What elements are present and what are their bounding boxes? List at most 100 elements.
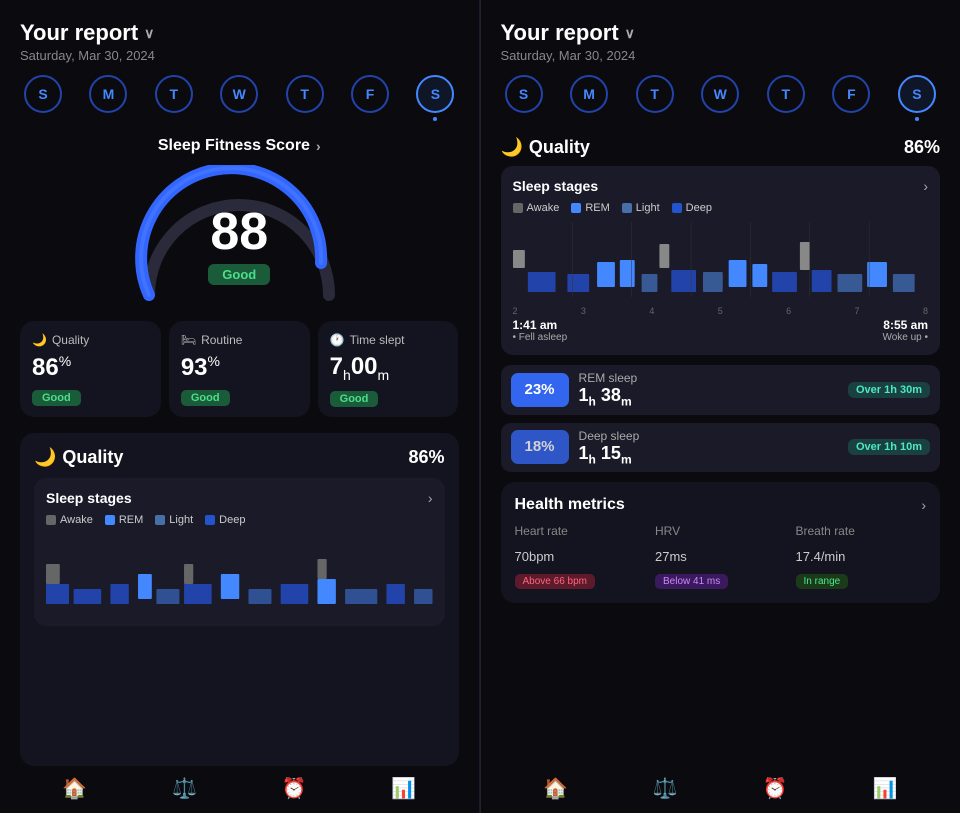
rem-time: 1h 38m [579, 385, 838, 409]
health-metrics-arrow[interactable]: › [921, 497, 926, 513]
sleep-fitness-label[interactable]: Sleep Fitness Score › [158, 137, 321, 155]
day-item-s1[interactable]: S [24, 75, 62, 121]
heart-rate-name: Heart rate [515, 524, 646, 538]
deep-dot [205, 515, 215, 525]
health-icon: ⚖️ [172, 776, 197, 801]
left-report-header: Your report ∨ Saturday, Mar 30, 2024 [20, 20, 459, 63]
right-day-m[interactable]: M [570, 75, 608, 121]
right-circle-t2[interactable]: T [767, 75, 805, 113]
right-sleep-stages-header: Sleep stages › [513, 178, 929, 194]
right-legend-awake: Awake [513, 202, 560, 214]
left-quality-percent: 86% [408, 447, 444, 468]
sleep-fitness-arrow[interactable]: › [316, 138, 321, 154]
right-report-title[interactable]: Your report ∨ [501, 20, 941, 46]
breath-rate-value: 17.4/min [796, 541, 927, 567]
right-nav-home[interactable]: 🏠 [543, 776, 568, 801]
metric-cards: 🌙 Quality 86% Good 🛏 Routine 93% Good 🕐 … [20, 321, 459, 417]
routine-card[interactable]: 🛏 Routine 93% Good [169, 321, 310, 417]
right-circle-m[interactable]: M [570, 75, 608, 113]
right-health-icon: ⚖️ [653, 776, 678, 801]
day-circle-s1[interactable]: S [24, 75, 62, 113]
health-metrics-header: Health metrics › [515, 496, 927, 514]
left-nav-home[interactable]: 🏠 [62, 776, 87, 801]
day-circle-s2[interactable]: S [416, 75, 454, 113]
right-day-f[interactable]: F [832, 75, 870, 121]
right-day-dot-s2 [915, 117, 919, 121]
quality-badge: Good [32, 390, 81, 406]
hrv-badge: Below 41 ms [655, 574, 728, 589]
day-item-f[interactable]: F [351, 75, 389, 121]
gauge-container: 88 Good [129, 165, 349, 305]
left-report-title[interactable]: Your report ∨ [20, 20, 459, 46]
right-bottom-nav: 🏠 ⚖️ ⏰ 📊 [501, 766, 941, 813]
right-alarm-icon: ⏰ [763, 776, 788, 801]
rem-percent: 23% [525, 381, 555, 398]
deep-badge: Over 1h 10m [848, 439, 930, 455]
right-day-s2[interactable]: S [898, 75, 936, 121]
rem-info: REM sleep 1h 38m [579, 371, 838, 409]
right-home-icon: 🏠 [543, 776, 568, 801]
left-quality-header: 🌙 Quality 86% [34, 447, 445, 468]
left-report-date: Saturday, Mar 30, 2024 [20, 48, 459, 63]
day-item-s2[interactable]: S [416, 75, 454, 121]
left-stage-legend: Awake REM Light Deep [46, 514, 433, 526]
left-sleep-stages-arrow[interactable]: › [428, 490, 433, 506]
left-nav-alarm[interactable]: ⏰ [282, 776, 307, 801]
right-stage-legend: Awake REM Light Deep [513, 202, 929, 214]
gauge-inner: 88 Good [208, 206, 270, 285]
day-item-t2[interactable]: T [286, 75, 324, 121]
right-title-text: Your report [501, 20, 619, 46]
right-sleep-stages-arrow[interactable]: › [923, 178, 928, 194]
rem-sleep-row: 23% REM sleep 1h 38m Over 1h 30m [501, 365, 941, 415]
right-circle-f[interactable]: F [832, 75, 870, 113]
gauge-score: 88 [210, 206, 268, 258]
right-day-s1[interactable]: S [505, 75, 543, 121]
heart-rate-item: Heart rate 70bpm Above 66 bpm [515, 524, 646, 589]
day-circle-t1[interactable]: T [155, 75, 193, 113]
day-item-m[interactable]: M [89, 75, 127, 121]
time-slept-card[interactable]: 🕐 Time slept 7h00m Good [318, 321, 459, 417]
right-circle-t1[interactable]: T [636, 75, 674, 113]
day-item-w[interactable]: W [220, 75, 258, 121]
quality-card[interactable]: 🌙 Quality 86% Good [20, 321, 161, 417]
right-day-w[interactable]: W [701, 75, 739, 121]
left-nav-stats[interactable]: 📊 [391, 776, 416, 801]
hrv-value: 27ms [655, 541, 786, 567]
right-sleep-stages-title: Sleep stages [513, 178, 599, 194]
left-sleep-stages-header: Sleep stages › [46, 490, 433, 506]
right-circle-s1[interactable]: S [505, 75, 543, 113]
chart-times: 2 3 4 5 6 7 8 [513, 306, 929, 316]
legend-deep: Deep [205, 514, 245, 526]
rem-badge: Over 1h 30m [848, 382, 930, 398]
breath-rate-item: Breath rate 17.4/min In range [796, 524, 927, 589]
right-day-t1[interactable]: T [636, 75, 674, 121]
right-title-chevron[interactable]: ∨ [625, 25, 635, 42]
day-item-t1[interactable]: T [155, 75, 193, 121]
day-circle-w[interactable]: W [220, 75, 258, 113]
right-nav-alarm[interactable]: ⏰ [763, 776, 788, 801]
right-nav-health[interactable]: ⚖️ [653, 776, 678, 801]
day-circle-m[interactable]: M [89, 75, 127, 113]
right-report-date: Saturday, Mar 30, 2024 [501, 48, 941, 63]
routine-badge: Good [181, 390, 230, 406]
left-title-chevron[interactable]: ∨ [144, 25, 154, 42]
right-report-header: Your report ∨ Saturday, Mar 30, 2024 [501, 20, 941, 63]
legend-awake: Awake [46, 514, 93, 526]
awake-dot [46, 515, 56, 525]
right-light-dot [622, 203, 632, 213]
right-circle-w[interactable]: W [701, 75, 739, 113]
right-nav-stats[interactable]: 📊 [873, 776, 898, 801]
day-circle-f[interactable]: F [351, 75, 389, 113]
right-legend-deep: Deep [672, 202, 712, 214]
right-legend-rem: REM [571, 202, 609, 214]
quality-value: 86% [32, 353, 149, 382]
deep-info: Deep sleep 1h 15m [579, 429, 838, 467]
day-circle-t2[interactable]: T [286, 75, 324, 113]
clock-icon: 🕐 [330, 333, 345, 347]
chart-info: 1:41 am • Fell asleep 8:55 am Woke up • [513, 318, 929, 343]
right-circle-s2[interactable]: S [898, 75, 936, 113]
left-chart-svg [46, 534, 433, 609]
right-day-t2[interactable]: T [767, 75, 805, 121]
left-nav-health[interactable]: ⚖️ [172, 776, 197, 801]
legend-light: Light [155, 514, 193, 526]
